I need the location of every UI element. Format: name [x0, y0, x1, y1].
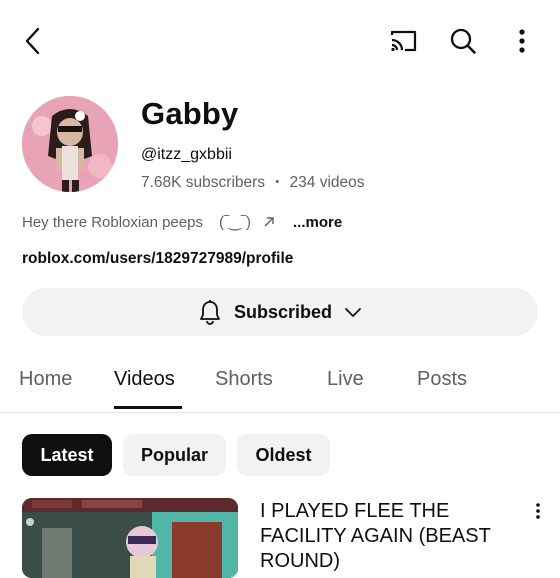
arrow-up-right-icon	[264, 217, 274, 227]
avatar-image	[22, 96, 118, 192]
more-options-button[interactable]	[506, 24, 538, 58]
video-title[interactable]: I PLAYED FLEE THE FACILITY AGAIN (BEAST …	[260, 499, 510, 574]
video-more-button[interactable]	[528, 500, 548, 522]
description-text: Hey there Robloxian peeps	[22, 213, 203, 231]
channel-avatar[interactable]	[22, 96, 118, 192]
back-button[interactable]	[16, 24, 50, 58]
thumbnail-image	[22, 498, 238, 578]
active-tab-indicator	[114, 406, 182, 409]
subscribed-label: Subscribed	[233, 301, 333, 322]
more-link[interactable]: ...more	[293, 214, 342, 231]
description-emote: (‾‿‾)	[218, 214, 251, 231]
video-count: 234 videos	[289, 174, 365, 191]
search-button[interactable]	[446, 24, 480, 58]
subscribed-button[interactable]: Subscribed	[22, 288, 538, 336]
cast-button[interactable]	[386, 26, 420, 56]
more-vert-icon	[519, 29, 525, 53]
cast-icon	[390, 30, 417, 52]
chip-oldest[interactable]: Oldest	[237, 434, 330, 476]
bell-icon	[200, 300, 220, 325]
tab-posts[interactable]: Posts	[417, 368, 467, 391]
stats-separator: •	[275, 176, 280, 188]
channel-stats: 7.68K subscribers • 234 videos	[141, 174, 365, 192]
search-icon	[450, 28, 476, 54]
tab-videos[interactable]: Videos	[114, 368, 175, 391]
channel-name: Gabby	[141, 96, 239, 131]
tab-live[interactable]: Live	[327, 368, 364, 391]
tab-home[interactable]: Home	[19, 368, 72, 391]
subscriber-count: 7.68K subscribers	[141, 174, 266, 191]
channel-link[interactable]: roblox.com/users/1829727989/profile	[22, 250, 293, 268]
channel-handle: @itzz_gxbbii	[141, 146, 232, 163]
channel-description[interactable]: Hey there Robloxian peeps (‾‿‾) ...more	[22, 213, 342, 232]
more-vert-icon	[536, 503, 540, 519]
video-thumbnail[interactable]	[22, 498, 238, 578]
tab-shorts[interactable]: Shorts	[215, 368, 273, 391]
chevron-down-icon	[345, 308, 361, 317]
arrow-left-icon	[25, 27, 40, 55]
channel-tabs: Home Videos Shorts Live Posts	[0, 352, 560, 413]
chip-latest[interactable]: Latest	[22, 434, 112, 476]
chip-popular[interactable]: Popular	[123, 434, 226, 476]
